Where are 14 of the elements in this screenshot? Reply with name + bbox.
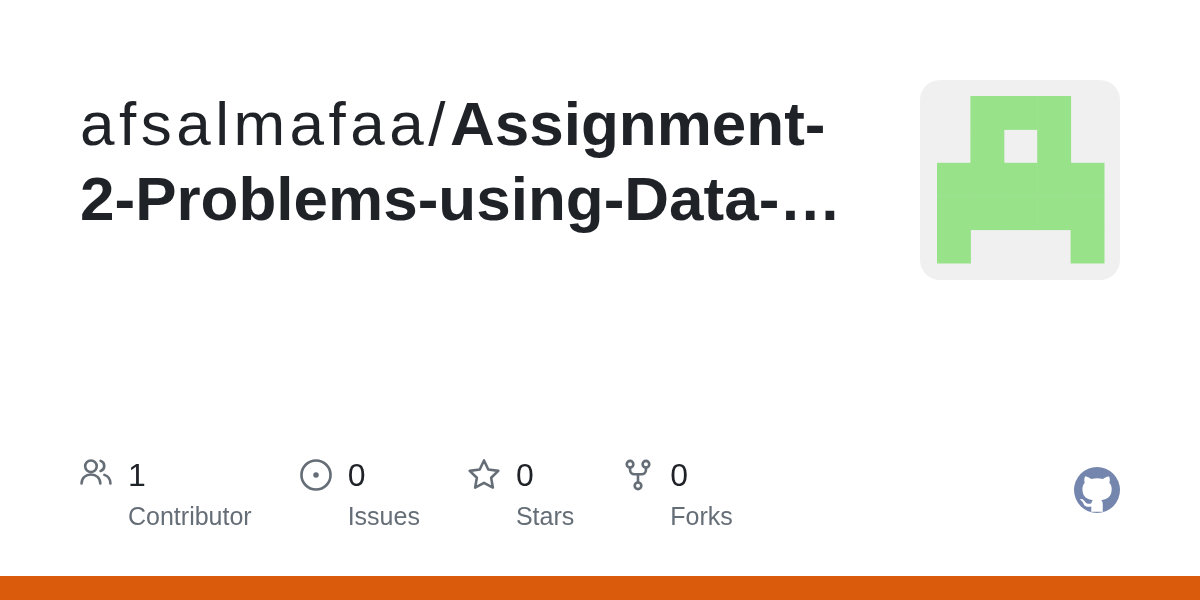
stat-count: 1 — [128, 456, 147, 495]
cat-logo-icon — [1074, 467, 1120, 513]
stat-label: Contributor — [128, 501, 252, 531]
fork-icon — [625, 459, 652, 491]
repo-title: afsalmafaa/Assignment-2-Problems-using-Data-… — [80, 88, 843, 235]
stat-count: 0 — [515, 456, 535, 495]
stat-label: Issues — [347, 501, 420, 531]
stat-count: 0 — [347, 456, 367, 495]
star-icon — [467, 459, 500, 489]
stat-count: 0 — [670, 456, 690, 495]
stat-label: Stars — [515, 501, 575, 531]
circle-dot-icon — [299, 459, 332, 491]
stat-label: Forks — [670, 501, 733, 531]
people-icon — [80, 459, 112, 485]
